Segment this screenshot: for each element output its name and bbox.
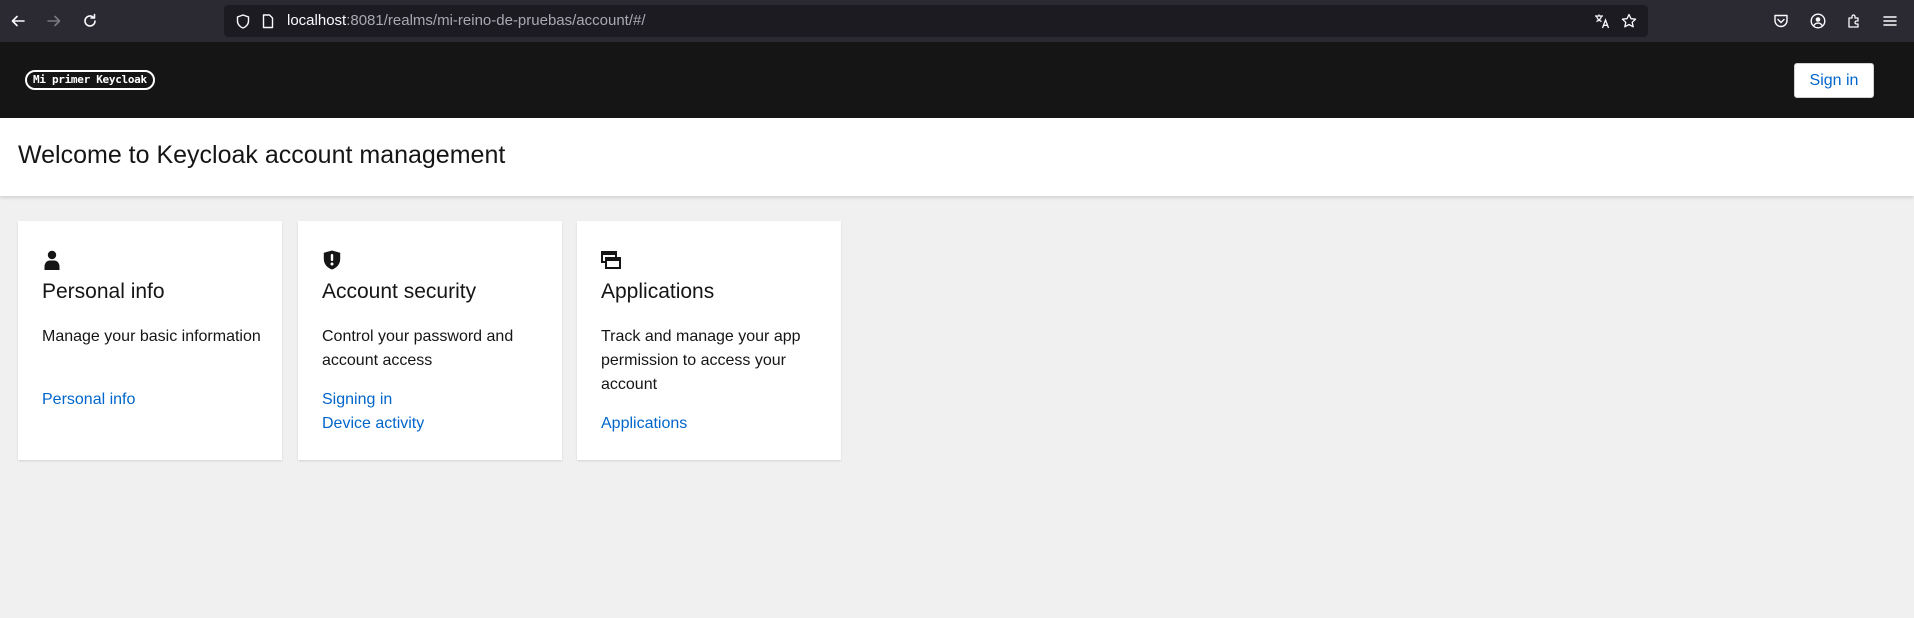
card-description: Track and manage your app permission to …	[601, 328, 801, 393]
account-icon[interactable]	[1808, 11, 1828, 31]
masthead: Mi primer Keycloak Sign in	[0, 42, 1914, 118]
sign-in-button[interactable]: Sign in	[1794, 63, 1874, 98]
user-icon	[42, 250, 62, 270]
applications-link[interactable]: Applications	[601, 415, 687, 433]
translate-icon[interactable]	[1594, 13, 1610, 29]
card-description: Manage your basic information	[42, 328, 261, 345]
signing-in-link[interactable]: Signing in	[322, 391, 392, 409]
personal-info-card: Personal info Manage your basic informat…	[18, 221, 282, 460]
forward-button[interactable]	[42, 9, 66, 33]
personal-info-link[interactable]: Personal info	[42, 391, 135, 409]
browser-toolbar: localhost:8081/realms/mi-reino-de-prueba…	[0, 0, 1914, 42]
card-description: Control your password and account access	[322, 328, 514, 369]
url-text[interactable]: localhost:8081/realms/mi-reino-de-prueba…	[287, 12, 646, 29]
pocket-icon[interactable]	[1771, 11, 1791, 31]
shield-alert-icon	[322, 250, 342, 270]
bookmark-star-icon[interactable]	[1621, 13, 1637, 29]
url-path: :8081/realms/mi-reino-de-pruebas/account…	[346, 12, 646, 29]
reload-icon	[84, 13, 96, 27]
card-title: Personal info	[42, 280, 165, 303]
windows-icon	[601, 250, 621, 270]
card-title: Account security	[322, 280, 477, 303]
applications-card: Applications Track and manage your app p…	[577, 221, 841, 460]
page-header: Welcome to Keycloak account management	[0, 118, 1914, 196]
url-host: localhost	[287, 12, 347, 29]
brand-logo[interactable]: Mi primer Keycloak	[25, 70, 155, 90]
shield-icon[interactable]	[235, 13, 251, 29]
page-icon[interactable]	[260, 13, 276, 29]
page-title: Welcome to Keycloak account management	[18, 141, 506, 169]
account-security-card: Account security Control your password a…	[298, 221, 562, 460]
reload-button[interactable]	[78, 9, 102, 33]
card-title: Applications	[601, 280, 715, 303]
device-activity-link[interactable]: Device activity	[322, 415, 424, 433]
arrow-left-icon	[11, 15, 25, 27]
arrow-right-icon	[47, 15, 61, 27]
menu-icon[interactable]	[1880, 11, 1900, 31]
address-bar[interactable]: localhost:8081/realms/mi-reino-de-prueba…	[224, 5, 1648, 37]
back-button[interactable]	[6, 9, 30, 33]
extensions-icon[interactable]	[1844, 11, 1864, 31]
